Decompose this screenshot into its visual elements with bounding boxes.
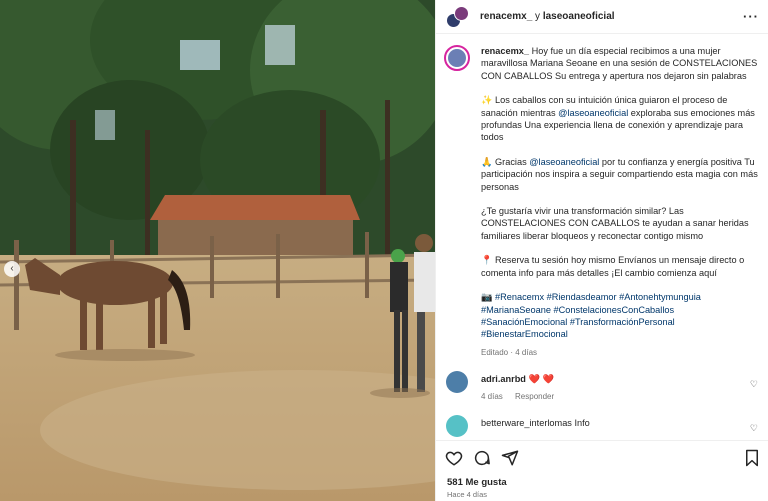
photo-horse-corral: [0, 0, 435, 501]
caption-paragraph: ¿Te gustaría vivir una transformación si…: [481, 206, 749, 241]
comment-username[interactable]: betterware_interlomas: [481, 418, 572, 428]
heart-icon[interactable]: [445, 449, 463, 467]
comment-body: ❤️ ❤️: [528, 374, 554, 384]
likes-count[interactable]: 581 Me gusta: [447, 477, 507, 488]
caption-username[interactable]: renacemx_: [481, 46, 529, 56]
action-icons: [445, 449, 519, 467]
hashtag-links[interactable]: #Renacemx #Riendasdeamor #Antonehtymungu…: [481, 292, 701, 339]
chevron-left-icon[interactable]: ‹: [4, 261, 20, 277]
reply-button[interactable]: Responder: [515, 392, 554, 401]
caption-paragraph: Gracias: [495, 156, 527, 167]
comment-item: betterware_interlomas Info ♡: [444, 415, 764, 438]
share-icon[interactable]: [501, 449, 519, 467]
sparkles-icon: ✨: [481, 95, 493, 106]
more-icon[interactable]: ···: [743, 9, 759, 24]
post-timestamp: Hace 4 días: [447, 490, 488, 499]
avatar[interactable]: [446, 415, 468, 437]
avatar[interactable]: [446, 371, 468, 393]
heart-icon[interactable]: ♡: [750, 423, 758, 434]
instagram-post-view: ‹ renacemx_ y laseoaneoficial ··· renace…: [0, 0, 768, 501]
caption-text: renacemx_ Hoy fue un día especial recibi…: [481, 45, 761, 359]
pray-icon: 🙏: [481, 156, 493, 167]
comment-meta: 4 días Responder: [481, 392, 564, 401]
mention-link[interactable]: @laseoaneoficial: [558, 108, 628, 118]
author-username[interactable]: renacemx_: [480, 11, 532, 22]
post-media[interactable]: ‹: [0, 0, 435, 501]
comment-body: Info: [574, 418, 590, 428]
comments-scroll[interactable]: renacemx_ Hoy fue un día especial recibi…: [436, 35, 768, 438]
post-header: renacemx_ y laseoaneoficial ···: [436, 0, 768, 34]
collab-avatars[interactable]: [446, 5, 472, 28]
comment-item: adri.anrbd ❤️ ❤️ 4 días Responder ♡: [444, 371, 764, 411]
comment-username[interactable]: adri.anrbd: [481, 374, 526, 384]
post-authors: renacemx_ y laseoaneoficial: [480, 11, 615, 22]
camera-icon: 📷: [481, 292, 493, 303]
bookmark-icon[interactable]: [743, 449, 761, 467]
mention-link[interactable]: @laseoaneoficial: [529, 157, 599, 167]
heart-icon[interactable]: ♡: [750, 379, 758, 390]
comment-text: betterware_interlomas Info: [481, 418, 590, 428]
pin-icon: 📍: [481, 255, 493, 266]
caption: renacemx_ Hoy fue un día especial recibi…: [444, 45, 764, 359]
comment-text: adri.anrbd ❤️ ❤️: [481, 374, 554, 385]
post-actions: 581 Me gusta Hace 4 días: [436, 440, 768, 501]
comment-icon[interactable]: [473, 449, 491, 467]
avatar[interactable]: [444, 45, 470, 71]
avatar: [454, 5, 469, 21]
post-sidebar: renacemx_ y laseoaneoficial ··· renacemx…: [435, 0, 768, 501]
caption-meta: Editado · 4 días: [481, 347, 538, 357]
caption-paragraph: Reserva tu sesión hoy mismo Envíanos un …: [481, 255, 745, 278]
author-username[interactable]: laseoaneoficial: [543, 11, 615, 22]
author-joiner: y: [532, 11, 543, 22]
comment-time: 4 días: [481, 392, 503, 401]
